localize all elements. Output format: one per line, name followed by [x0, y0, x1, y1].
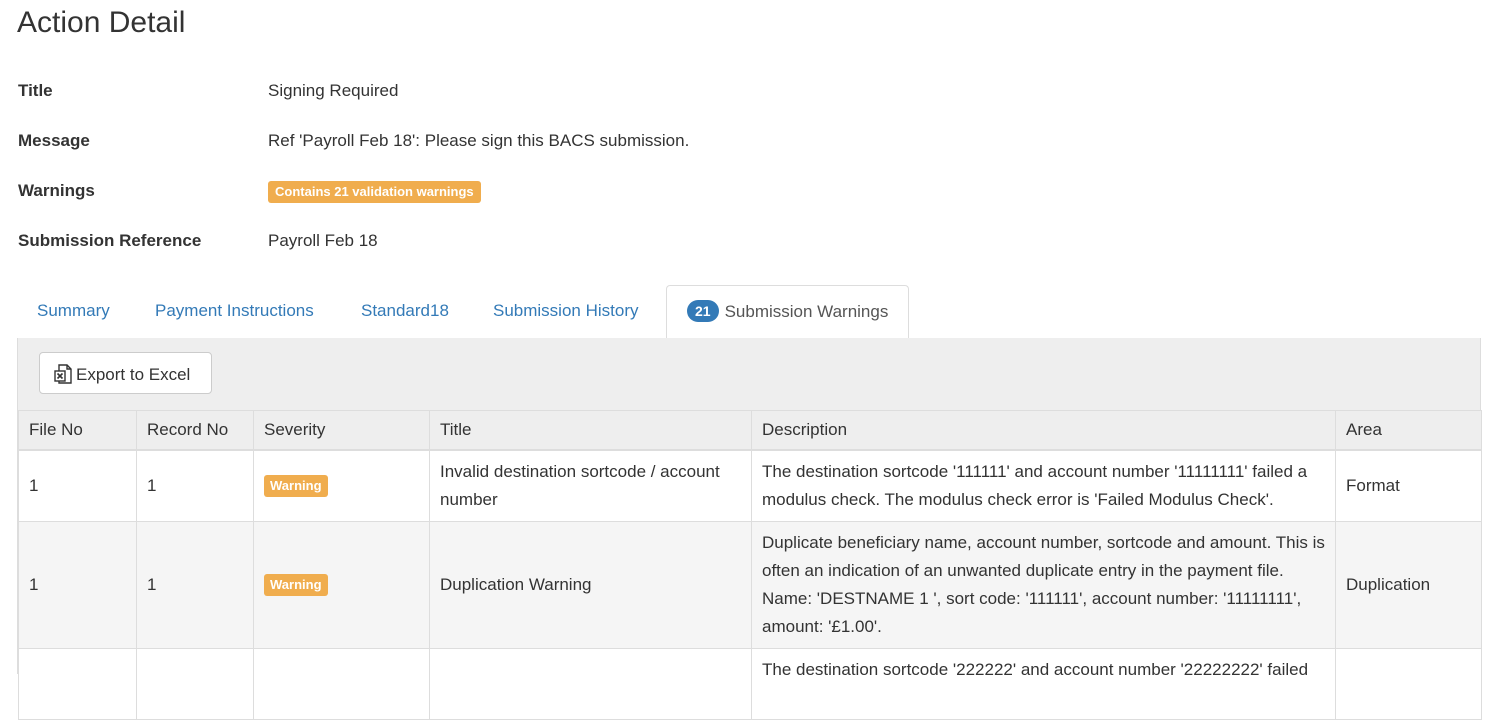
warnings-badge: Contains 21 validation warnings [268, 181, 481, 203]
cell-severity: Warning [253, 521, 430, 649]
tab-standard18[interactable]: Standard18 [341, 285, 469, 337]
cell-area: Format [1335, 449, 1482, 522]
cell-title [429, 648, 752, 720]
column-header-severity[interactable]: Severity [253, 410, 430, 451]
export-to-excel-button[interactable]: Export to Excel [39, 352, 212, 394]
toolbar: Export to Excel [18, 338, 1480, 410]
submission-reference-label: Submission Reference [18, 231, 202, 250]
column-header-title[interactable]: Title [429, 410, 752, 451]
cell-description: Duplicate beneficiary name, account numb… [751, 521, 1336, 649]
tab-submission-warnings-label: Submission Warnings [724, 302, 889, 321]
cell-record-no [136, 648, 254, 720]
title-label: Title [18, 81, 53, 100]
submission-reference-value: Payroll Feb 18 [268, 231, 378, 250]
cell-file-no: 1 [18, 521, 137, 649]
warnings-value: Contains 21 validation warnings [268, 179, 481, 203]
severity-badge: Warning [264, 574, 328, 596]
title-value: Signing Required [268, 81, 399, 100]
cell-file-no [18, 648, 137, 720]
column-header-description[interactable]: Description [751, 410, 1336, 451]
table-header-row: File No Record No Severity Title Descrip… [18, 410, 1482, 451]
column-header-record-no[interactable]: Record No [136, 410, 254, 451]
tab-summary[interactable]: Summary [17, 285, 130, 337]
tab-submission-warnings[interactable]: 21 Submission Warnings [666, 285, 910, 339]
cell-title: Duplication Warning [429, 521, 752, 649]
column-header-area[interactable]: Area [1335, 410, 1482, 451]
cell-description: The destination sortcode '111111' and ac… [751, 449, 1336, 522]
cell-record-no: 1 [136, 449, 254, 522]
warnings-panel: Export to Excel File No Record No Severi… [17, 338, 1482, 720]
cell-description: The destination sortcode '222222' and ac… [751, 648, 1336, 720]
cell-title: Invalid destination sortcode / account n… [429, 449, 752, 522]
warnings-label: Warnings [18, 181, 95, 200]
tab-bar: Summary Payment Instructions Standard18 … [17, 285, 1481, 339]
table-row[interactable]: The destination sortcode '222222' and ac… [18, 648, 1482, 720]
cell-severity [253, 648, 430, 720]
cell-record-no: 1 [136, 521, 254, 649]
column-header-file-no[interactable]: File No [18, 410, 137, 451]
cell-severity: Warning [253, 449, 430, 522]
tab-payment-instructions[interactable]: Payment Instructions [135, 285, 334, 337]
table-row[interactable]: 1 1 Warning Invalid destination sortcode… [18, 449, 1482, 522]
table-row[interactable]: 1 1 Warning Duplication Warning Duplicat… [18, 521, 1482, 649]
excel-file-icon [54, 364, 72, 384]
message-label: Message [18, 131, 90, 150]
page-title: Action Detail [17, 6, 186, 39]
cell-area [1335, 648, 1482, 720]
tab-submission-history[interactable]: Submission History [473, 285, 659, 337]
cell-file-no: 1 [18, 449, 137, 522]
warnings-count-badge: 21 [687, 300, 719, 322]
severity-badge: Warning [264, 475, 328, 497]
cell-area: Duplication [1335, 521, 1482, 649]
message-value: Ref 'Payroll Feb 18': Please sign this B… [268, 131, 690, 150]
export-label: Export to Excel [76, 365, 191, 384]
